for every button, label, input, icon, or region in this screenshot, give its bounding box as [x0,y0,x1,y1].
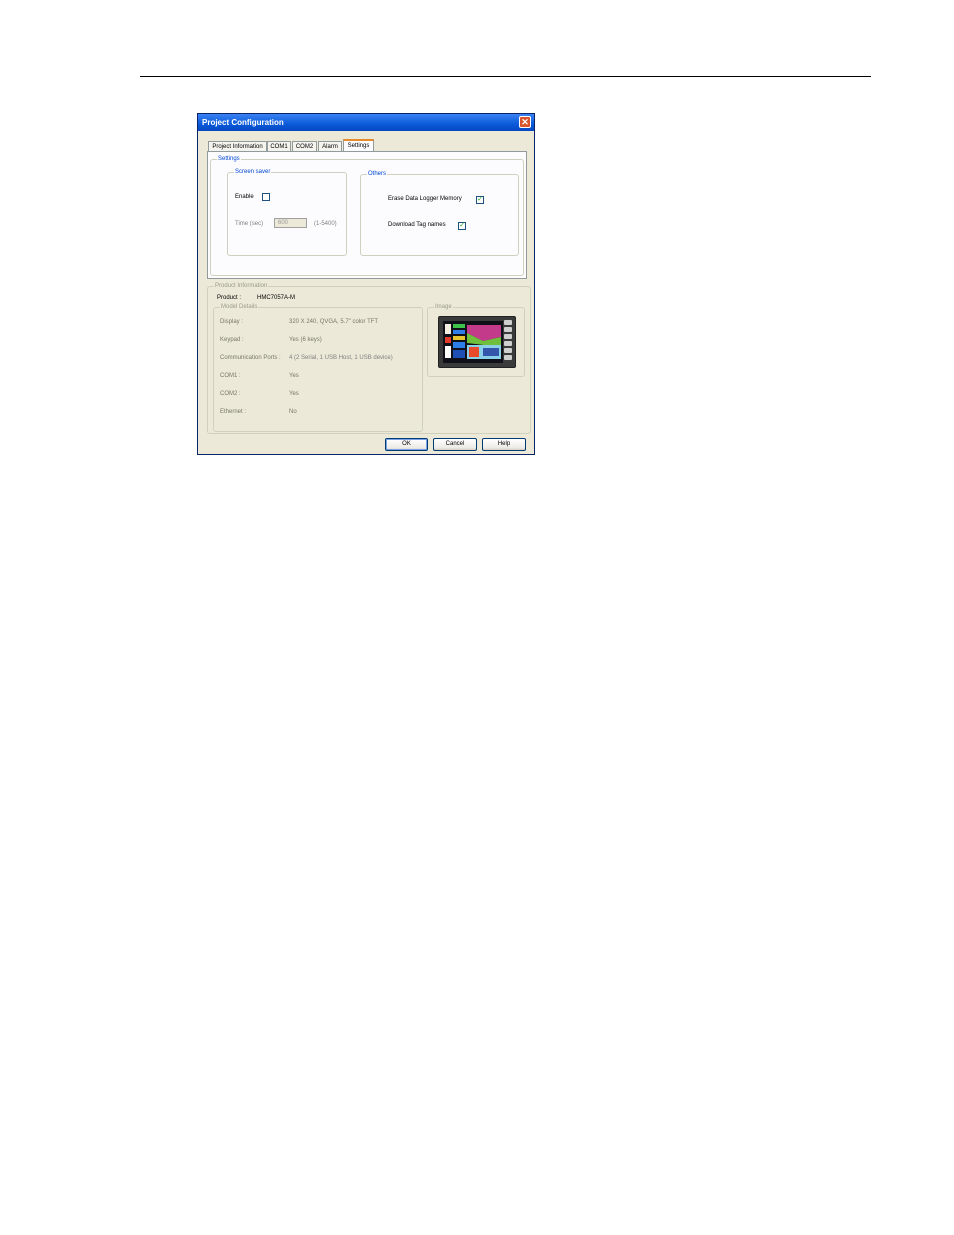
keypad-value: Yes (6 keys) [289,337,322,343]
screen-saver-legend: Screen saver [234,168,272,176]
dialog-title: Project Configuration [202,118,284,127]
image-group: Image [427,303,525,377]
ok-button[interactable]: OK [385,438,428,451]
project-configuration-dialog: Project Configuration ✕ Project Informat… [197,113,535,455]
keypad-keys [504,320,512,362]
communication-ports-label: Communication Ports : [220,355,281,361]
erase-logger-checkbox[interactable]: ✓ [476,196,484,204]
help-button[interactable]: Help [482,438,526,451]
erase-logger-label: Erase Data Logger Memory [388,196,462,202]
com1-label: COM1 : [220,373,241,379]
display-value: 320 X 240, QVGA, 5.7" color TFT [289,319,379,325]
tab-com1[interactable]: COM1 [267,141,291,151]
product-information-group: Product Information Product : HMC7057A-M… [207,282,531,434]
time-label: Time (sec) [235,221,264,227]
enable-checkbox[interactable] [262,193,270,201]
close-icon[interactable]: ✕ [519,116,531,128]
hmi-key [504,355,512,360]
page-header-rule [140,76,871,77]
hmi-key [504,327,512,332]
others-legend: Others [367,170,388,178]
ethernet-value: No [289,409,297,415]
cancel-button[interactable]: Cancel [433,438,477,451]
hmi-device-image [438,316,516,368]
download-tag-names-label: Download Tag names [388,222,446,228]
product-label: Product : [217,295,242,301]
tab-alarm[interactable]: Alarm [318,141,342,151]
com2-value: Yes [289,391,299,397]
hmi-screen [443,321,503,363]
ethernet-label: Ethernet : [220,409,247,415]
settings-group: Settings Screen saver Enable Time (sec) … [210,155,524,276]
title-bar: Project Configuration ✕ [198,114,534,131]
hmi-key [504,348,512,353]
hmi-key [504,341,512,346]
com1-value: Yes [289,373,299,379]
time-input[interactable]: 600 [274,218,307,228]
image-legend: Image [434,303,453,311]
screen-saver-group: Screen saver Enable Time (sec) 600 (1-54… [227,168,347,256]
product-value: HMC7057A-M [257,295,296,301]
hmi-key [504,334,512,339]
product-information-legend: Product Information [214,282,269,290]
settings-legend: Settings [217,155,241,163]
time-range-label: (1-5400) [314,221,337,227]
com2-label: COM2 : [220,391,241,397]
enable-label: Enable [235,194,254,200]
download-tag-names-checkbox[interactable]: ✓ [458,222,466,230]
settings-tab-panel: Settings Screen saver Enable Time (sec) … [207,151,527,279]
hmi-key [504,320,512,325]
tab-project-information[interactable]: Project Information [208,141,267,151]
tab-com2[interactable]: COM2 [292,141,317,151]
others-group: Others Erase Data Logger Memory ✓ Downlo… [360,170,519,256]
keypad-label: Keypad : [220,337,244,343]
display-label: Display : [220,319,244,325]
model-details-group: Model Details Display : 320 X 240, QVGA,… [213,303,423,432]
model-details-legend: Model Details [220,303,259,311]
hmi-screen-graphic [443,321,503,363]
communication-ports-value: 4 (2 Serial, 1 USB Host, 1 USB device) [289,355,393,361]
